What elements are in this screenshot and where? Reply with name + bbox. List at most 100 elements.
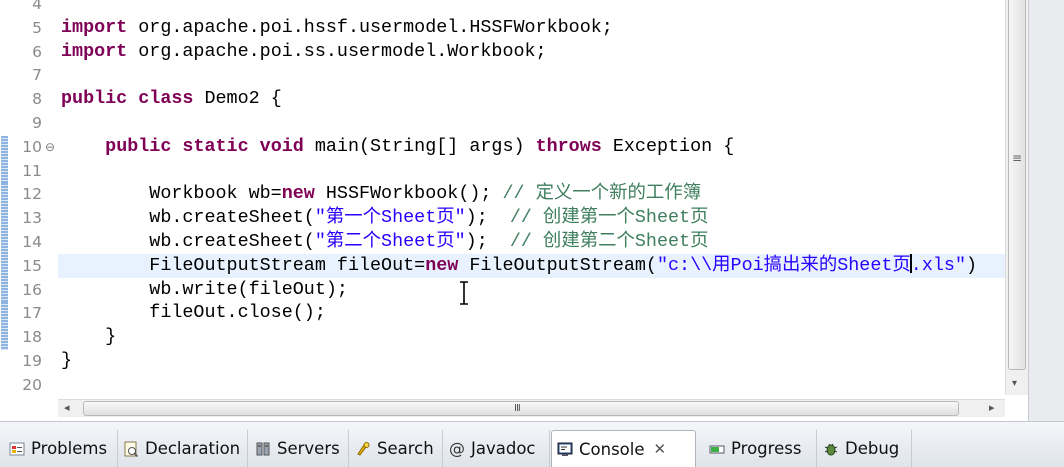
code-token: wb.createSheet(	[61, 207, 315, 229]
change-marker[interactable]	[1, 326, 8, 350]
line-number-20: 20	[22, 375, 42, 394]
change-marker[interactable]	[1, 254, 8, 279]
line-number-14: 14	[22, 233, 42, 251]
tab-label: Problems	[31, 439, 108, 458]
code-token: wb.write(fileOut);	[61, 278, 348, 300]
code-line-4[interactable]	[58, 0, 1005, 16]
tab-label: Search	[377, 439, 434, 458]
comment-token: // 定义一个新的工作簿	[502, 183, 702, 205]
code-line-20[interactable]	[58, 373, 1005, 395]
line-number-19: 19	[22, 352, 42, 370]
tab-label: Declaration	[145, 439, 241, 458]
code-line-15[interactable]: FileOutputStream fileOut=new FileOutputS…	[58, 253, 1005, 278]
string-literal-token: .xls"	[910, 254, 966, 276]
code-line-8[interactable]: public class Demo2 {	[58, 87, 1005, 111]
scroll-down-arrow-icon[interactable]: ▾	[1012, 378, 1017, 389]
change-marker[interactable]	[1, 231, 8, 255]
code-token: fileOut.close();	[61, 302, 326, 324]
keyword-token: public class	[61, 88, 194, 110]
change-marker[interactable]	[1, 135, 8, 160]
code-token: Exception {	[601, 135, 735, 157]
line-number-5: 5	[32, 18, 42, 37]
tab-declaration[interactable]: Declaration	[118, 430, 248, 467]
fold-toggle-icon[interactable]: ⊖	[45, 135, 55, 159]
horizontal-scroll-thumb[interactable]: III	[83, 401, 959, 416]
code-line-17[interactable]: fileOut.close();	[58, 301, 1005, 325]
ibeam-mouse-cursor-icon	[458, 281, 470, 309]
keyword-token: new	[281, 183, 315, 205]
horizontal-scrollbar[interactable]: ◂ III ▸	[58, 399, 1005, 417]
console-icon	[556, 440, 574, 458]
java-editor[interactable]: 4 5 6 7 8 9 10 ⊖ 11 12 13 14 15 16 17 18 19 20 import org…	[0, 0, 1028, 420]
keyword-token: throws	[535, 135, 602, 157]
change-annotation-strip	[0, 0, 9, 395]
code-token: }	[61, 350, 73, 371]
comment-token: // 创建第一个Sheet页	[509, 207, 709, 229]
code-line-19[interactable]: }	[58, 349, 1005, 373]
code-line-13[interactable]: wb.createSheet("第一个Sheet页"); // 创建第一个She…	[58, 206, 1005, 230]
code-line-16[interactable]: wb.write(fileOut);	[58, 278, 1005, 302]
code-area[interactable]: import org.apache.poi.hssf.usermodel.HSS…	[58, 0, 1005, 395]
servers-icon	[254, 440, 272, 458]
string-literal-token: "c:\\用Poi搞出来的Sheet页	[656, 254, 911, 276]
line-number-4: 4	[32, 0, 42, 13]
change-marker[interactable]	[1, 278, 8, 303]
line-number-10: 10	[22, 137, 42, 156]
code-line-5[interactable]: import org.apache.poi.hssf.usermodel.HSS…	[58, 16, 1005, 40]
tab-label: Javadoc	[471, 439, 536, 458]
tab-label: Console	[579, 439, 645, 459]
debug-icon	[822, 440, 840, 458]
comment-token: // 创建第二个Sheet页	[509, 231, 709, 252]
code-line-7[interactable]	[58, 63, 1005, 87]
scroll-left-arrow-icon[interactable]: ◂	[64, 401, 70, 414]
views-tab-bar: Problems Declaration Servers Search @ Ja…	[0, 421, 1064, 467]
code-line-11[interactable]	[58, 159, 1005, 183]
declaration-icon	[122, 440, 140, 458]
code-line-6[interactable]: import org.apache.poi.ss.usermodel.Workb…	[58, 40, 1005, 64]
code-token: HSSFWorkbook();	[314, 183, 503, 205]
code-token: );	[465, 231, 510, 252]
tab-servers[interactable]: Servers	[250, 430, 349, 467]
code-token: org.apache.poi.ss.usermodel.Workbook;	[127, 40, 547, 62]
code-token: )	[965, 254, 978, 276]
tab-label: Debug	[845, 439, 900, 458]
line-number-17: 17	[22, 304, 42, 323]
vertical-scrollbar[interactable]: ≡ ▾	[1005, 0, 1028, 395]
problems-icon	[8, 440, 26, 458]
grip-icon: ≡	[1012, 151, 1023, 165]
code-token: FileOutputStream(	[458, 254, 657, 276]
code-line-14[interactable]: wb.createSheet("第二个Sheet页"); // 创建第二个She…	[58, 230, 1005, 254]
change-marker[interactable]	[1, 183, 8, 208]
editor-side-panel	[1028, 0, 1064, 421]
change-marker[interactable]	[1, 207, 8, 231]
progress-icon	[708, 440, 726, 458]
vertical-scroll-thumb[interactable]: ≡	[1008, 0, 1026, 370]
javadoc-icon: @	[449, 439, 465, 458]
change-marker[interactable]	[1, 302, 8, 327]
tab-progress[interactable]: Progress	[704, 430, 817, 467]
change-marker[interactable]	[1, 159, 8, 184]
tab-label: Progress	[731, 439, 802, 458]
code-line-9[interactable]	[58, 111, 1005, 135]
code-line-12[interactable]: Workbook wb=new HSSFWorkbook(); // 定义一个新…	[58, 182, 1005, 206]
code-token: org.apache.poi.hssf.usermodel.HSSFWorkbo…	[127, 16, 613, 38]
code-token: wb.createSheet(	[61, 231, 315, 252]
line-number-gutter: 4 5 6 7 8 9 10 ⊖ 11 12 13 14 15 16 17 18 19 20	[9, 0, 56, 395]
tab-problems[interactable]: Problems	[4, 430, 118, 467]
code-line-10[interactable]: public static void main(String[] args) t…	[58, 135, 1005, 159]
tab-console[interactable]: Console ✕	[551, 430, 696, 467]
tab-debug[interactable]: Debug	[818, 430, 912, 467]
code-line-18[interactable]: }	[58, 325, 1005, 349]
horizontal-grip: III	[514, 403, 521, 414]
keyword-token: import	[61, 16, 128, 38]
line-number-9: 9	[32, 114, 42, 132]
close-icon[interactable]: ✕	[654, 440, 667, 458]
tab-label: Servers	[277, 439, 340, 458]
code-token: main(String[] args)	[303, 135, 536, 157]
scroll-right-arrow-icon[interactable]: ▸	[989, 401, 995, 414]
tab-search[interactable]: Search	[350, 430, 443, 467]
tab-javadoc[interactable]: @ Javadoc	[444, 430, 550, 467]
code-token: Demo2 {	[193, 88, 282, 110]
line-number-7: 7	[32, 66, 42, 85]
